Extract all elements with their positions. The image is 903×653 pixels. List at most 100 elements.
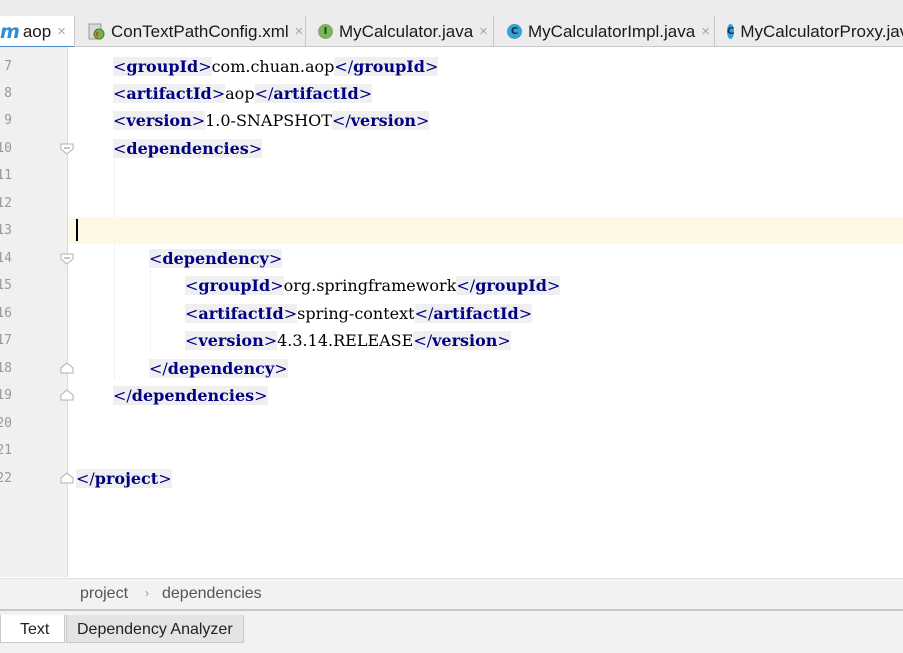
- code-line[interactable]: 9 <version>1.0-SNAPSHOT</version>: [0, 107, 903, 134]
- xml-tag-name: artifactId: [273, 84, 359, 103]
- xml-tag-name: dependencies: [131, 386, 255, 405]
- xml-text: spring-context: [297, 304, 415, 323]
- code-line[interactable]: 7 <groupId>com.chuan.aop</groupId>: [0, 53, 903, 80]
- code-line[interactable]: 15 <groupId>org.springframework</groupId…: [0, 272, 903, 299]
- xml-tag-name: artifactId: [198, 304, 284, 323]
- line-number: 16: [0, 306, 12, 321]
- fold-collapse-icon[interactable]: [60, 142, 74, 155]
- tab-label: MyCalculator.java: [339, 21, 474, 41]
- line-number: 21: [0, 443, 12, 458]
- tab-label: aop: [22, 21, 52, 41]
- tab-label: ConTextPathConfig.xml: [111, 21, 289, 41]
- close-icon[interactable]: ×: [479, 23, 488, 40]
- line-number: 19: [0, 388, 12, 403]
- bottom-tab-bar: Text Dependency Analyzer: [0, 609, 903, 653]
- line-number: 8: [4, 86, 12, 101]
- xml-element: </dependencies>: [113, 386, 268, 405]
- fold-end-icon[interactable]: [60, 388, 74, 401]
- xml-text: 4.3.14.RELEASE: [277, 331, 414, 350]
- xml-element: <version>1.0-SNAPSHOT</version>: [113, 111, 430, 130]
- breadcrumb-item-project[interactable]: project: [80, 585, 128, 603]
- xml-element: <dependency>: [149, 249, 283, 268]
- breadcrumb: project › dependencies: [0, 578, 903, 609]
- code-line[interactable]: 17 <version>4.3.14.RELEASE</version>: [0, 327, 903, 354]
- tab-mycalculatorproxy-java[interactable]: C MyCalculatorProxy.jav: [716, 16, 903, 47]
- line-number: 7: [4, 59, 12, 74]
- code-line[interactable]: 21: [0, 437, 903, 464]
- xml-element: <artifactId>spring-context</artifactId>: [185, 304, 533, 323]
- fold-collapse-icon[interactable]: [60, 252, 74, 265]
- code-line[interactable]: 8 <artifactId>aop</artifactId>: [0, 80, 903, 107]
- tab-label: MyCalculatorImpl.java: [528, 21, 696, 41]
- xml-tag-name: version: [350, 111, 417, 130]
- line-number: 15: [0, 278, 12, 293]
- xml-tag-name: version: [198, 331, 264, 350]
- xml-tag-name: version: [432, 331, 498, 350]
- tab-mycalculatorimpl-java[interactable]: C MyCalculatorImpl.java ×: [495, 16, 715, 47]
- code-line[interactable]: 16 <artifactId>spring-context</artifactI…: [0, 300, 903, 327]
- xml-tag-name: groupId: [353, 57, 425, 76]
- xml-tag-name: dependencies: [126, 139, 249, 158]
- code-line[interactable]: 19 </dependencies>: [0, 382, 903, 409]
- line-number: 11: [0, 168, 12, 183]
- xml-tag-name: artifactId: [126, 84, 212, 103]
- code-line[interactable]: 11: [0, 162, 903, 189]
- xml-tag-name: groupId: [126, 57, 199, 76]
- xml-text: aop: [225, 84, 255, 103]
- breadcrumb-item-dependencies[interactable]: dependencies: [162, 585, 262, 603]
- close-icon[interactable]: ×: [57, 23, 66, 40]
- class-c-icon: C: [727, 24, 735, 39]
- xml-text: com.chuan.aop: [211, 57, 335, 76]
- line-number: 18: [0, 361, 12, 376]
- xml-element: </project>: [76, 469, 172, 488]
- xml-tag-name: dependency: [167, 359, 275, 378]
- fold-end-icon[interactable]: [60, 471, 74, 484]
- code-line[interactable]: 10 <dependencies>: [0, 135, 903, 162]
- tab-dependency-analyzer[interactable]: Dependency Analyzer: [66, 615, 244, 643]
- xml-file-icon: [88, 23, 105, 40]
- code-line[interactable]: 14 <dependency>: [0, 245, 903, 272]
- code-editor[interactable]: 7 <groupId>com.chuan.aop</groupId> 8 <ar…: [0, 47, 903, 577]
- code-line[interactable]: 12: [0, 190, 903, 217]
- line-number: 9: [4, 113, 12, 128]
- tab-label: MyCalculatorProxy.jav: [740, 21, 903, 41]
- breadcrumb-separator: ›: [145, 586, 149, 600]
- xml-text: org.springframework: [283, 276, 457, 295]
- xml-element: <groupId>org.springframework</groupId>: [185, 276, 561, 295]
- xml-tag-name: artifactId: [433, 304, 519, 323]
- line-number: 22: [0, 471, 12, 486]
- code-line[interactable]: 13: [0, 217, 68, 244]
- line-number: 14: [0, 251, 12, 266]
- line-number: 10: [0, 141, 12, 156]
- xml-element: <version>4.3.14.RELEASE</version>: [185, 331, 511, 350]
- close-icon[interactable]: ×: [701, 23, 710, 40]
- tab-contextpathconfig-xml[interactable]: ConTextPathConfig.xml ×: [77, 16, 306, 47]
- tab-text[interactable]: Text: [0, 615, 65, 643]
- line-number: 17: [0, 333, 12, 348]
- line-number: 12: [0, 196, 12, 211]
- tab-aop[interactable]: m aop ×: [0, 16, 75, 50]
- editor-tab-bar: m aop × ConTextPathConfig.xml × I MyCalc…: [0, 0, 903, 50]
- fold-end-icon[interactable]: [60, 361, 74, 374]
- xml-text: 1.0-SNAPSHOT: [205, 111, 332, 130]
- xml-tag-name: groupId: [475, 276, 547, 295]
- code-line[interactable]: 18 </dependency>: [0, 355, 903, 382]
- close-icon[interactable]: ×: [295, 23, 304, 40]
- text-caret: [76, 219, 78, 241]
- xml-element: <dependencies>: [113, 139, 263, 158]
- current-code-line[interactable]: [68, 217, 903, 244]
- interface-i-icon: I: [318, 24, 333, 39]
- xml-tag-name: project: [94, 469, 159, 488]
- xml-element: </dependency>: [149, 359, 288, 378]
- xml-tag-name: version: [126, 111, 192, 130]
- xml-tag-name: dependency: [162, 249, 269, 268]
- xml-element: <groupId>com.chuan.aop</groupId>: [113, 57, 439, 76]
- xml-element: <artifactId>aop</artifactId>: [113, 84, 373, 103]
- line-number: 13: [0, 223, 12, 238]
- xml-tag-name: groupId: [198, 276, 271, 295]
- maven-m-icon: m: [0, 20, 20, 43]
- code-line[interactable]: 20: [0, 410, 903, 437]
- tab-mycalculator-java[interactable]: I MyCalculator.java ×: [307, 16, 494, 47]
- line-number: 20: [0, 416, 12, 431]
- code-line[interactable]: 22 </project>: [0, 465, 903, 492]
